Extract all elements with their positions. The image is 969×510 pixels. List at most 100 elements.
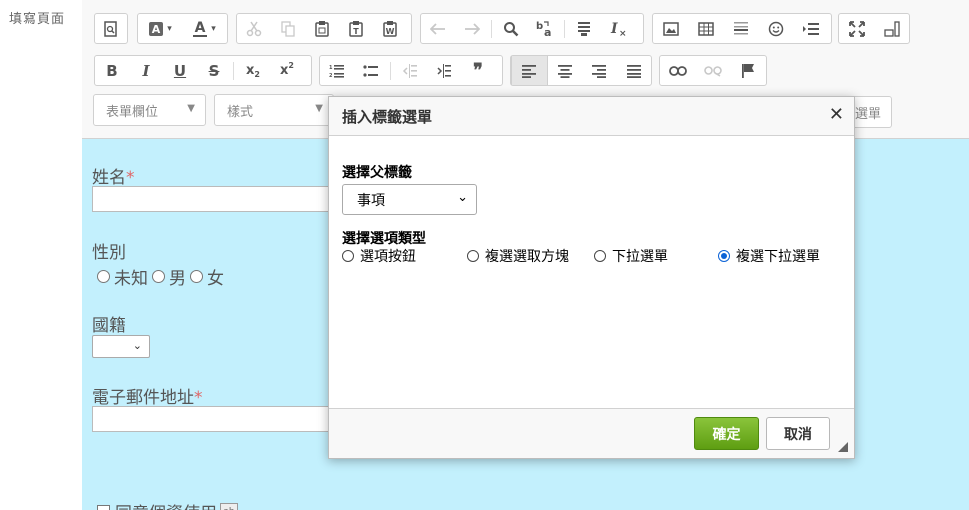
unlink-icon: [703, 65, 722, 77]
page-break-button[interactable]: [793, 14, 828, 43]
undo-button[interactable]: [421, 14, 455, 43]
gender-radio-unknown[interactable]: [97, 270, 110, 283]
underline-button[interactable]: U: [163, 56, 197, 85]
indent-button[interactable]: [427, 56, 461, 85]
toolbar-group-clipboard: T W: [236, 13, 412, 44]
preview-icon: [104, 20, 117, 37]
form-field-combo[interactable]: 表單欄位 ▼: [93, 94, 206, 126]
gender-option-label: 女: [207, 269, 224, 289]
ok-button[interactable]: 確定: [694, 417, 759, 450]
align-center-button[interactable]: [548, 56, 583, 85]
toolbar-group-insert: [652, 13, 832, 44]
paste-word-button[interactable]: W: [373, 14, 407, 43]
agree-row: 同意個資使用 ab: [97, 499, 238, 510]
horizontal-rule-button[interactable]: [723, 14, 758, 43]
chevron-down-icon: ▼: [187, 103, 195, 114]
strikethrough-button[interactable]: S: [197, 56, 231, 85]
table-button[interactable]: [688, 14, 723, 43]
gender-radio-male[interactable]: [152, 270, 165, 283]
maximize-button[interactable]: [839, 14, 874, 43]
radio-circle[interactable]: [467, 250, 479, 262]
radio-circle-selected[interactable]: [718, 250, 730, 262]
redo-button[interactable]: [455, 14, 489, 43]
gender-radio-female[interactable]: [190, 270, 203, 283]
option-label: 選項按鈕: [360, 249, 416, 265]
show-blocks-icon: [883, 20, 900, 37]
paste-text-button[interactable]: T: [339, 14, 373, 43]
option-multi-dropdown[interactable]: 複選下拉選單: [718, 246, 820, 266]
replace-button[interactable]: ba: [528, 14, 562, 43]
chevron-down-icon: ⌄: [132, 339, 142, 352]
subscript-button[interactable]: x2: [236, 56, 270, 85]
gender-option-label: 男: [169, 269, 186, 289]
superscript-button[interactable]: x2: [270, 56, 304, 85]
toolbar-group-history-find: ba I ×: [420, 13, 644, 44]
toolbar-group-links: [659, 55, 767, 86]
unlink-button[interactable]: [695, 56, 730, 85]
replace-icon: ba: [536, 21, 551, 38]
dialog-title-bar[interactable]: 插入標籤選單 ✕: [329, 97, 854, 136]
radio-circle[interactable]: [594, 250, 606, 262]
bulleted-list-button[interactable]: [354, 56, 388, 85]
align-justify-button[interactable]: [617, 56, 652, 85]
radio-circle[interactable]: [342, 250, 354, 262]
format-combo-fragment[interactable]: 選單: [855, 96, 892, 128]
copy-button[interactable]: [271, 14, 305, 43]
align-right-button[interactable]: [582, 56, 617, 85]
email-input[interactable]: [92, 406, 352, 432]
form-field-combo-label: 表單欄位: [106, 104, 159, 120]
select-all-button[interactable]: [567, 14, 601, 43]
outdent-icon: [402, 63, 417, 78]
resize-handle[interactable]: [838, 442, 848, 452]
name-input[interactable]: [92, 186, 352, 212]
option-checkbox-group[interactable]: 複選選取方塊: [467, 246, 569, 266]
agree-checkbox[interactable]: [97, 505, 110, 510]
nationality-select[interactable]: ⌄: [92, 335, 150, 358]
show-blocks-button[interactable]: [874, 14, 909, 43]
anchor-button[interactable]: [730, 56, 765, 85]
toolbar-separator: [564, 19, 565, 38]
remove-format-button[interactable]: I ×: [601, 14, 635, 43]
align-left-button[interactable]: [511, 56, 548, 85]
required-mark: *: [194, 388, 203, 408]
option-radio-button[interactable]: 選項按鈕: [342, 246, 416, 266]
bg-color-icon: A: [149, 21, 164, 36]
smiley-button[interactable]: [758, 14, 793, 43]
style-combo[interactable]: 樣式 ▼: [214, 94, 334, 126]
cut-button[interactable]: [237, 14, 271, 43]
italic-button[interactable]: I: [129, 56, 163, 85]
style-combo-label: 樣式: [227, 104, 254, 120]
image-button[interactable]: [653, 14, 688, 43]
dialog-footer: 確定 取消: [329, 408, 854, 458]
svg-text:2: 2: [329, 73, 333, 78]
text-color-icon: A: [193, 20, 208, 37]
name-field-label: 姓名*: [92, 168, 135, 188]
outdent-button[interactable]: [393, 56, 427, 85]
bulleted-list-icon: [363, 64, 378, 77]
cancel-button[interactable]: 取消: [766, 417, 830, 450]
parent-tag-select[interactable]: 事項 ⌄: [342, 184, 477, 215]
align-right-icon: [592, 64, 607, 78]
close-icon[interactable]: ✕: [829, 106, 844, 124]
toolbar-group-basic-styles: B I U S x2 x2: [94, 55, 312, 86]
preview-button[interactable]: [95, 14, 127, 43]
blockquote-button[interactable]: ❞: [461, 56, 495, 85]
numbered-list-button[interactable]: 12: [320, 56, 354, 85]
dialog-body: 選擇父標籤 事項 ⌄ 選擇選項類型 選項按鈕 複選選取方塊 下拉選單 複選下拉選…: [329, 136, 854, 408]
toolbar-group-align: [510, 55, 652, 86]
toolbar-separator: [491, 19, 492, 38]
link-button[interactable]: [660, 56, 695, 85]
smiley-icon: [768, 21, 783, 36]
bold-button[interactable]: B: [95, 56, 129, 85]
placeholder-field-icon[interactable]: ab: [220, 502, 238, 510]
paste-button[interactable]: [305, 14, 339, 43]
clipboard-word-icon: W: [383, 21, 397, 37]
text-color-button[interactable]: A ▾: [182, 14, 226, 43]
option-dropdown[interactable]: 下拉選單: [594, 246, 668, 266]
find-button[interactable]: [494, 14, 528, 43]
image-icon: [662, 21, 679, 36]
background-color-button[interactable]: A ▾: [138, 14, 182, 43]
svg-text:1: 1: [329, 65, 333, 71]
clipboard-icon: [315, 21, 329, 37]
svg-text:A: A: [152, 23, 161, 36]
